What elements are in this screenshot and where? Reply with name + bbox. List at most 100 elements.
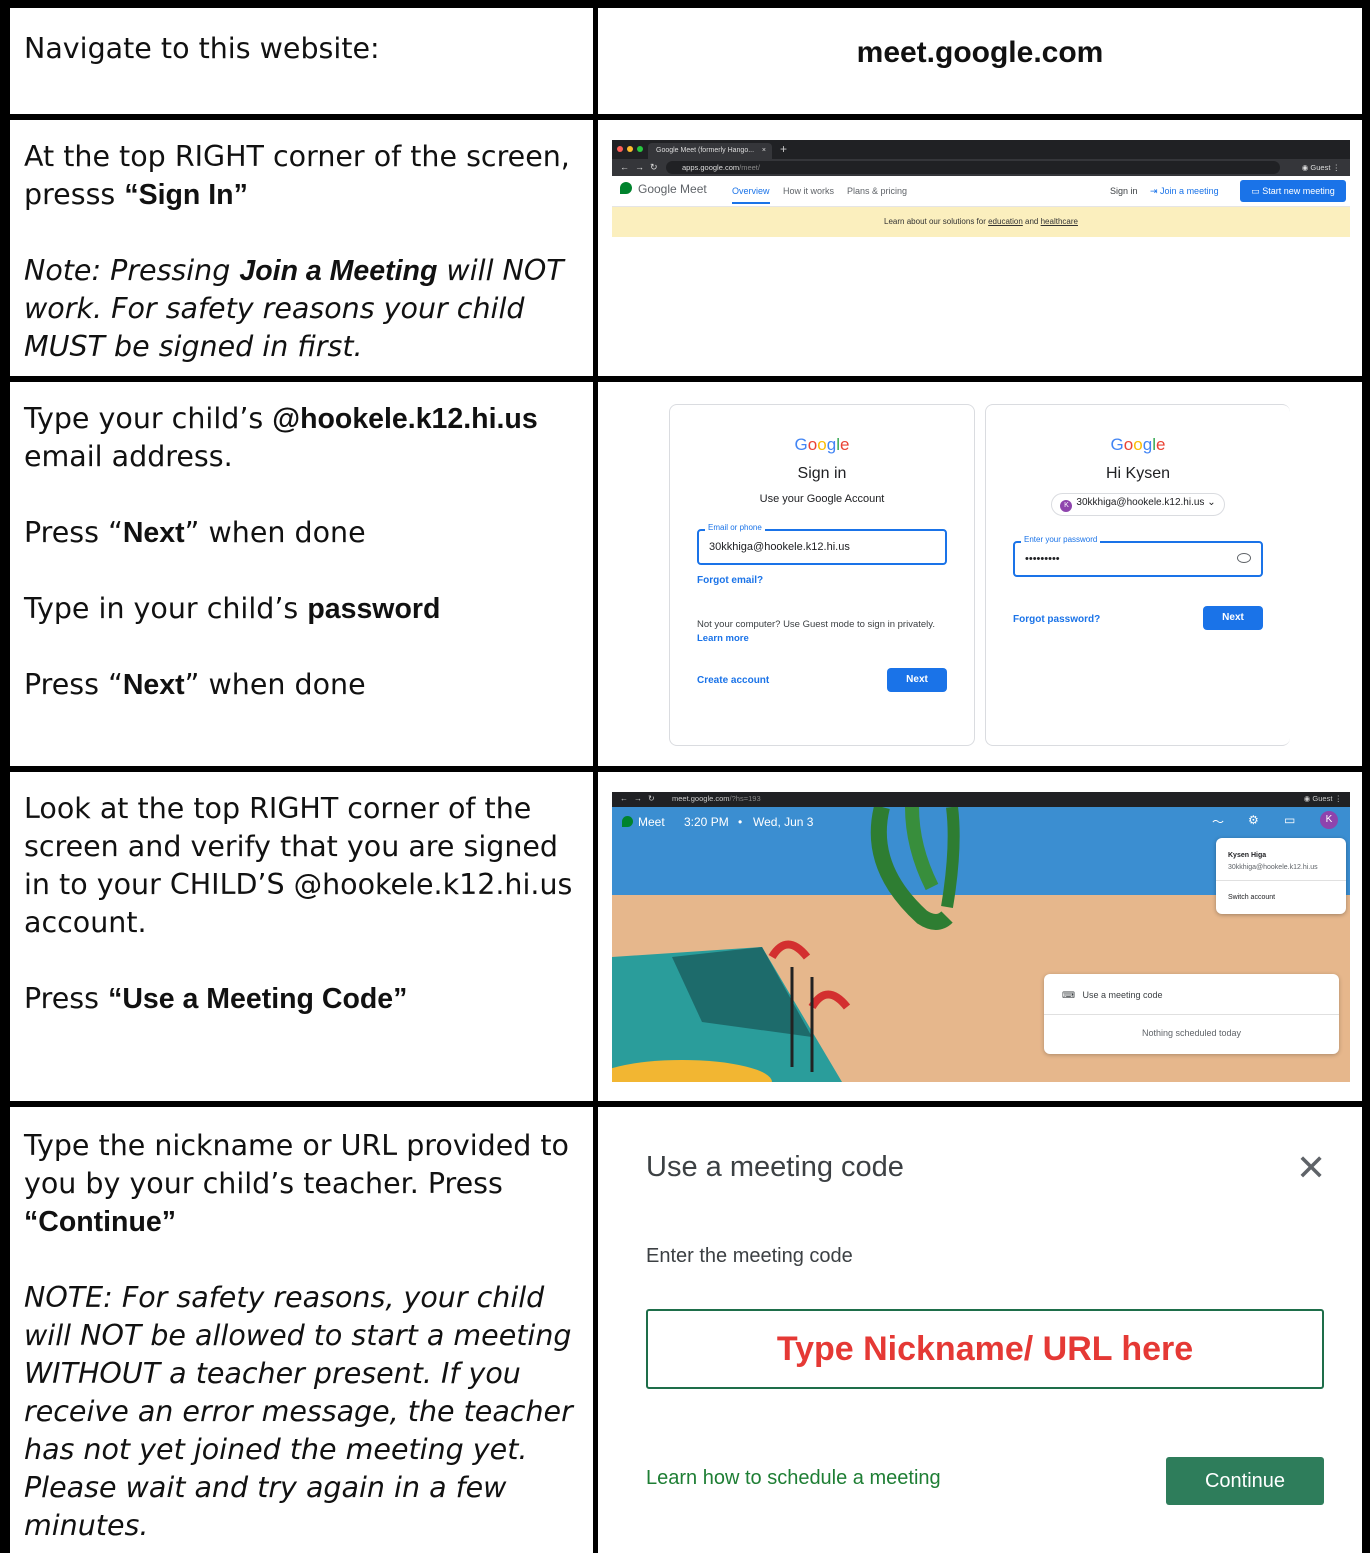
tab-title: Google Meet (formerly Hango... bbox=[656, 147, 755, 154]
email-text-a: Type your child’s bbox=[24, 402, 273, 435]
table-border-top bbox=[0, 0, 1370, 8]
nav-overview[interactable]: Overview bbox=[732, 186, 770, 204]
next-button[interactable]: Next bbox=[887, 668, 947, 692]
step-3-screenshot-cell: Google Sign in Use your Google Account E… bbox=[598, 382, 1362, 766]
step-3-next-2: Press “Next” when done bbox=[24, 666, 581, 704]
start-meeting-button[interactable]: ▭ Start new meeting bbox=[1240, 180, 1346, 202]
meet-homepage-screenshot: Google Meet (formerly Hango... × + ←→↻ ap… bbox=[612, 140, 1350, 242]
learn-more-link[interactable]: Learn more bbox=[697, 633, 749, 644]
browser-url-bar: ←→↻ meet.google.com/?hs=193 ◉ Guest ⋮ bbox=[612, 792, 1350, 807]
sign-in-button[interactable]: Sign in bbox=[1110, 186, 1138, 196]
chevron-down-icon: ⌄ bbox=[1207, 497, 1216, 508]
step-1-instructions: Navigate to this website: bbox=[10, 8, 593, 114]
guest-profile[interactable]: ◉ Guest ⋮ bbox=[1304, 794, 1342, 803]
nav-plans-pricing[interactable]: Plans & pricing bbox=[847, 186, 907, 196]
browser-tab-bar: Google Meet (formerly Hango... × + bbox=[612, 140, 1350, 159]
safety-note: NOTE: For safety reasons, your child wil… bbox=[24, 1281, 573, 1542]
current-time: 3:20 PM bbox=[684, 815, 729, 829]
step-3-password: Type in your child’s password bbox=[24, 590, 581, 628]
address-host: meet.google.com bbox=[672, 794, 730, 803]
step-2-screenshot-cell: Google Meet (formerly Hango... × + ←→↻ ap… bbox=[598, 120, 1362, 376]
avatar: K bbox=[1060, 500, 1073, 512]
close-window-dot bbox=[617, 146, 623, 152]
switch-account-link[interactable]: Switch account bbox=[1228, 894, 1275, 901]
step-2-instructions: At the top RIGHT corner of the screen, p… bbox=[10, 120, 593, 376]
separator: • bbox=[738, 815, 743, 829]
avatar[interactable]: K bbox=[1320, 811, 1338, 829]
show-password-icon[interactable] bbox=[1237, 553, 1251, 563]
use-code-label: Use a meeting code bbox=[1082, 990, 1163, 1000]
close-icon[interactable]: ✕ bbox=[1296, 1147, 1326, 1189]
address-field[interactable]: apps.google.com/meet/ bbox=[666, 161, 1280, 174]
healthcare-link[interactable]: healthcare bbox=[1041, 217, 1078, 226]
next-emphasis: Next bbox=[122, 517, 185, 549]
learn-schedule-link[interactable]: Learn how to schedule a meeting bbox=[646, 1467, 941, 1490]
create-account-link[interactable]: Create account bbox=[697, 675, 769, 686]
greeting-title: Hi Kysen bbox=[1105, 465, 1171, 482]
forgot-password-link[interactable]: Forgot password? bbox=[1013, 614, 1100, 625]
account-chip[interactable]: K 30kkhiga@hookele.k12.hi.us ⌄ bbox=[1051, 493, 1225, 516]
meet-logo-icon bbox=[622, 816, 633, 827]
join-meeting-button[interactable]: ⇥ Join a meeting bbox=[1150, 186, 1219, 197]
email-field[interactable]: Email or phone 30kkhiga@hookele.k12.hi.u… bbox=[697, 523, 947, 565]
activity-icon[interactable]: 〜 bbox=[1212, 813, 1224, 830]
start-label: Start new meeting bbox=[1262, 186, 1335, 196]
browser-tab[interactable]: Google Meet (formerly Hango... × bbox=[648, 143, 772, 159]
guest-profile[interactable]: ◉ Guest ⋮ bbox=[1302, 161, 1340, 174]
keyboard-icon: ⌨ bbox=[1062, 990, 1078, 1000]
app-name: Meet bbox=[638, 815, 665, 829]
address-field[interactable]: meet.google.com/?hs=193 bbox=[672, 794, 761, 803]
step-4-verify: Look at the top RIGHT corner of the scre… bbox=[24, 792, 573, 939]
google-meet-logo[interactable]: Google Meet bbox=[620, 182, 707, 196]
password-field-label: Enter your password bbox=[1021, 535, 1101, 544]
step-2-note: Note: Pressing Join a Meeting will NOT w… bbox=[24, 252, 581, 366]
meeting-code-input[interactable]: Type Nickname/ URL here bbox=[646, 1309, 1324, 1389]
nav-how-it-works[interactable]: How it works bbox=[783, 186, 834, 196]
next-button[interactable]: Next bbox=[1203, 606, 1263, 630]
dialog-title: Use a meeting code bbox=[646, 1151, 904, 1183]
meet-logo[interactable]: Meet bbox=[622, 815, 665, 829]
browser-nav-icons[interactable]: ←→↻ bbox=[620, 794, 661, 803]
address-host: apps.google.com bbox=[682, 163, 740, 172]
use-code-emphasis: “Use a Meeting Code” bbox=[108, 983, 408, 1015]
account-popup: Kysen Higa 30kkhiga@hookele.k12.hi.us Sw… bbox=[1216, 838, 1346, 914]
feedback-icon[interactable]: ▭ bbox=[1284, 813, 1295, 827]
gear-icon[interactable]: ⚙ bbox=[1248, 813, 1259, 827]
account-name: Kysen Higa bbox=[1228, 852, 1267, 859]
password-text-a: Type in your child’s bbox=[24, 592, 308, 625]
next-2-c: ” when done bbox=[184, 668, 366, 701]
minimize-window-dot bbox=[627, 146, 633, 152]
domain-emphasis: @hookele.k12.hi.us bbox=[272, 403, 538, 435]
meet-site-nav: Google Meet Overview How it works Plans … bbox=[612, 176, 1350, 207]
step-3-next-1: Press “Next” when done bbox=[24, 514, 581, 552]
press-text: Press bbox=[24, 982, 109, 1015]
meeting-actions-card: ⌨ Use a meeting code Nothing scheduled t… bbox=[1044, 974, 1339, 1054]
continue-button[interactable]: Continue bbox=[1166, 1457, 1324, 1505]
step-5-note: NOTE: For safety reasons, your child wil… bbox=[24, 1279, 581, 1545]
email-field-label: Email or phone bbox=[705, 523, 765, 532]
meet-logo-icon bbox=[620, 182, 632, 194]
next-emphasis: Next bbox=[122, 669, 185, 701]
use-meeting-code-button[interactable]: ⌨ Use a meeting code bbox=[1062, 990, 1163, 1001]
guest-label: Guest bbox=[1312, 794, 1333, 803]
join-label: Join a meeting bbox=[1160, 186, 1219, 196]
browser-nav-icons[interactable]: ←→↻ bbox=[620, 162, 664, 173]
step-3-instructions: Type your child’s @hookele.k12.hi.us ema… bbox=[10, 382, 593, 766]
step-5-instructions: Type the nickname or URL provided to you… bbox=[10, 1107, 593, 1553]
education-link[interactable]: education bbox=[988, 217, 1023, 226]
video-icon: ▭ bbox=[1251, 186, 1263, 196]
forgot-email-link[interactable]: Forgot email? bbox=[697, 575, 763, 586]
website-url: meet.google.com bbox=[856, 36, 1104, 69]
step-4-instructions: Look at the top RIGHT corner of the scre… bbox=[10, 772, 593, 1101]
step-5-text: Type the nickname or URL provided to you… bbox=[24, 1127, 581, 1241]
instruction-table: Navigate to this website: meet.google.co… bbox=[0, 0, 1370, 1553]
meet-landing-screenshot: ←→↻ meet.google.com/?hs=193 ◉ Guest ⋮ Me bbox=[612, 792, 1350, 1082]
password-emphasis: password bbox=[307, 593, 441, 625]
password-field-value: ••••••••• bbox=[1025, 553, 1060, 565]
password-field[interactable]: Enter your password ••••••••• bbox=[1013, 535, 1263, 577]
email-text-c: email address. bbox=[24, 440, 233, 473]
sign-in-card: Google Sign in Use your Google Account E… bbox=[669, 404, 975, 746]
next-1-c: ” when done bbox=[184, 516, 366, 549]
tab-close-icon[interactable]: × bbox=[762, 143, 766, 159]
new-tab-icon[interactable]: + bbox=[780, 142, 787, 156]
